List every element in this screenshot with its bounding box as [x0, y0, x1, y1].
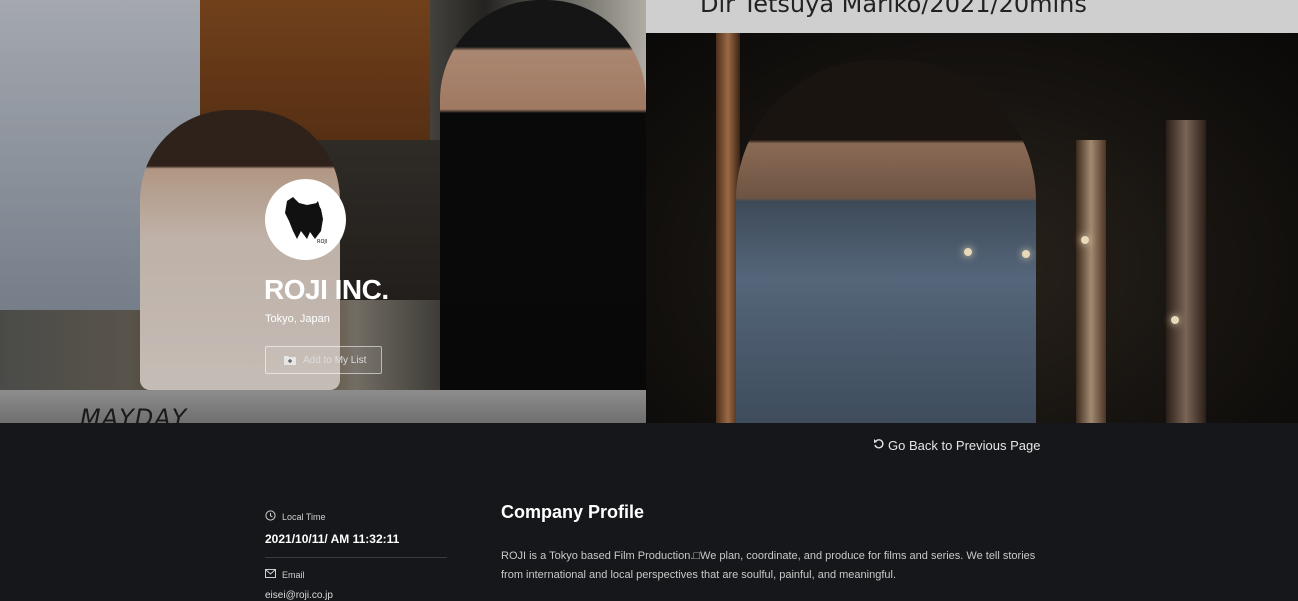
- company-avatar: ROJI: [265, 179, 346, 260]
- film-still-right: Dir Tetsuya Mariko/2021/20mins: [646, 0, 1298, 423]
- still-light: [964, 248, 972, 256]
- company-name: ROJI INC.: [264, 274, 389, 305]
- folder-plus-icon: [284, 355, 296, 365]
- email-label-row: Email: [265, 569, 447, 580]
- add-to-my-list-button[interactable]: Add to My List: [265, 346, 382, 374]
- still-title-strip: Dir Tetsuya Mariko/2021/20mins: [646, 0, 1298, 33]
- still-person-man: [736, 60, 1036, 423]
- still-light: [1022, 250, 1030, 258]
- envelope-icon: [265, 569, 276, 580]
- company-location: Tokyo, Japan: [265, 313, 330, 325]
- local-time-label: Local Time: [282, 511, 326, 522]
- local-time-value: 2021/10/11/ AM 11:32:11: [265, 532, 400, 546]
- local-time-label-row: Local Time: [265, 510, 447, 523]
- hero-banner: MAYDAY Dir Tetsuya Mariko/2021/20mins: [0, 0, 1298, 423]
- still-light: [1081, 236, 1089, 244]
- wolf-logo-icon: ROJI: [285, 197, 327, 245]
- still-pole: [1076, 140, 1106, 423]
- go-back-label: Go Back to Previous Page: [888, 438, 1041, 453]
- company-info-sidebar: Local Time 2021/10/11/ AM 11:32:11 Email…: [265, 510, 447, 601]
- clock-icon: [265, 510, 276, 523]
- still-pole: [1166, 120, 1206, 423]
- company-profile-heading: Company Profile: [501, 502, 645, 522]
- company-profile-description: ROJI is a Tokyo based Film Production.□W…: [501, 550, 1036, 581]
- email-link[interactable]: eisei@roji.co.jp: [265, 590, 447, 601]
- undo-icon: [873, 438, 885, 453]
- still-right-caption: Dir Tetsuya Mariko/2021/20mins: [700, 0, 1087, 18]
- sidebar-divider: [265, 557, 447, 558]
- avatar-logo-text: ROJI: [317, 239, 327, 245]
- go-back-link[interactable]: Go Back to Previous Page: [873, 438, 1040, 453]
- add-to-my-list-label: Add to My List: [303, 354, 367, 366]
- still-left-caption: MAYDAY: [80, 404, 188, 423]
- email-label: Email: [282, 569, 305, 580]
- still-light: [1171, 316, 1179, 324]
